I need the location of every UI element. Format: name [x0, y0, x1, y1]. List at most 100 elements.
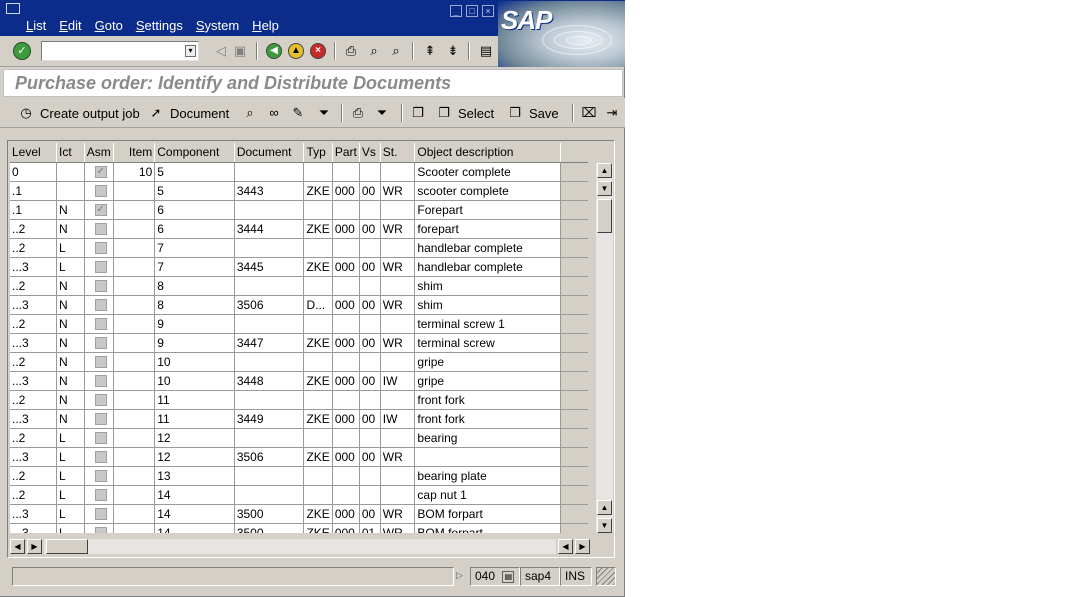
column-header-component[interactable]: Component [154, 143, 235, 163]
column-header-item[interactable]: Item [113, 143, 156, 163]
exit-icon[interactable]: ▲ [288, 43, 304, 59]
table-row[interactable]: ..2 N 9 terminal screw 1 [10, 314, 588, 334]
more-button[interactable]: ⇥ [604, 104, 620, 122]
horizontal-scroll-track[interactable] [44, 539, 556, 554]
find-next-icon[interactable]: ⌕ [387, 43, 405, 59]
scroll-first-column-icon[interactable]: ◀ [10, 539, 25, 554]
horizontal-scrollbar[interactable]: ◀ ▶ ◀ ▶ [10, 539, 590, 554]
column-header-vs[interactable]: Vs [359, 143, 381, 163]
status-expand-icon[interactable]: ▷ [456, 570, 463, 581]
document-button[interactable]: ➚ Document [148, 104, 230, 122]
status-client[interactable]: 040 ▤ [470, 567, 520, 586]
table-row[interactable]: ...3 L 14 3500 ZKE 000 00 WR BOM forpart [10, 504, 588, 524]
first-page-icon[interactable]: ⇞ [421, 43, 439, 59]
glasses-button[interactable]: ∞ [266, 104, 282, 122]
table-row[interactable]: ...3 L 7 3445 ZKE 000 00 WR handlebar complete [10, 257, 588, 277]
column-header-part[interactable]: Part [332, 143, 360, 163]
menu-settings[interactable]: Settings [136, 18, 183, 33]
menu-list-item[interactable]: List [26, 18, 46, 33]
column-header-level[interactable]: Level [10, 143, 58, 163]
system-menu-icon[interactable] [6, 3, 20, 14]
menu-help[interactable]: Help [252, 18, 279, 33]
scroll-page-up-icon[interactable]: ▲ [597, 500, 612, 515]
save-disk-icon[interactable]: ▣ [231, 43, 249, 59]
table-row[interactable]: ..2 L 13 bearing plate [10, 466, 588, 486]
cell-vs [359, 352, 381, 372]
table-row[interactable]: ...3 L 12 3506 ZKE 000 00 WR [10, 447, 588, 467]
menu-system[interactable]: System [196, 18, 239, 33]
delete-button[interactable]: ⌧ [581, 104, 597, 122]
table-row[interactable]: ...3 N 9 3447 ZKE 000 00 WR terminal screw [10, 333, 588, 353]
table-row[interactable]: ..2 N 6 3444 ZKE 000 00 WR forepart [10, 219, 588, 239]
table-row[interactable]: ..2 N 8 shim [10, 276, 588, 296]
sort-button[interactable]: ⏷ [374, 104, 390, 122]
system-info-icon[interactable]: ▤ [502, 570, 515, 583]
enter-check-icon[interactable]: ✓ [13, 42, 31, 60]
menu-edit[interactable]: Edit [59, 18, 81, 33]
cell-typ [303, 200, 333, 220]
create-output-job-button[interactable]: ◷ Create output job [18, 104, 139, 122]
cell-ict: L [56, 504, 85, 524]
select-button[interactable]: ❐ Select [436, 104, 494, 122]
copy-button[interactable]: ❐ [410, 104, 426, 122]
help-icon[interactable]: ▤ [477, 43, 495, 59]
menu-goto[interactable]: Goto [95, 18, 123, 33]
table-row[interactable]: ...3 N 11 3449 ZKE 000 00 IW front fork [10, 409, 588, 429]
bom-table: Level Ict Asm Item Component Document Ty… [10, 143, 588, 533]
maximize-icon[interactable]: □ [466, 5, 478, 17]
change-button[interactable]: ✎ [290, 104, 306, 122]
table-row[interactable]: ...3 N 8 3506 D... 000 00 WR shim [10, 295, 588, 315]
table-row[interactable]: .1 N ✓ 6 Forepart [10, 200, 588, 220]
back-arrow-icon[interactable]: ◁ [212, 43, 230, 59]
vertical-scrollbar[interactable]: ▲ ▼ ▲ ▼ [596, 163, 613, 533]
scroll-page-down-icon[interactable]: ▼ [597, 181, 612, 196]
close-icon[interactable]: × [482, 5, 494, 17]
scroll-down-icon[interactable]: ▼ [597, 518, 612, 533]
scroll-right-page-icon[interactable]: ▶ [27, 539, 42, 554]
resize-grip-icon[interactable] [596, 567, 616, 586]
cell-asm: ✓ [84, 162, 114, 182]
scroll-right-icon[interactable]: ▶ [575, 539, 590, 554]
cell-component: 14 [154, 504, 235, 524]
horizontal-scroll-thumb[interactable] [46, 539, 88, 554]
find-icon[interactable]: ⌕ [365, 43, 383, 59]
filter-button[interactable]: ⏷ [316, 104, 332, 122]
cell-part: 000 [332, 333, 360, 353]
cell-typ: ZKE [303, 219, 333, 239]
table-row[interactable]: ..2 N 10 gripe [10, 352, 588, 372]
table-row[interactable]: .1 5 3443 ZKE 000 00 WR scooter complete [10, 181, 588, 201]
cell-document: 3445 [234, 257, 305, 277]
table-row[interactable]: ..2 L 7 handlebar complete [10, 238, 588, 258]
minimize-icon[interactable]: _ [450, 5, 462, 17]
column-header-asm[interactable]: Asm [84, 143, 114, 163]
cell-vs [359, 428, 381, 448]
table-row[interactable]: ..2 N 11 front fork [10, 390, 588, 410]
command-field[interactable]: ▾ [41, 41, 199, 61]
table-row[interactable]: ...3 L 14 3500 ZKE 000 01 WR BOM forpart [10, 523, 588, 533]
column-header-object-description[interactable]: Object description [414, 143, 562, 163]
scroll-up-icon[interactable]: ▲ [597, 163, 612, 178]
save-button[interactable]: ❐ Save [507, 104, 558, 122]
display-details-button[interactable]: ⌕ [242, 104, 258, 122]
table-row[interactable]: 0 ✓ 10 5 Scooter complete [10, 162, 588, 182]
column-header-status[interactable]: St. [380, 143, 416, 163]
last-page-icon[interactable]: ⇟ [444, 43, 462, 59]
cell-status [380, 428, 416, 448]
scroll-left-icon[interactable]: ◀ [558, 539, 573, 554]
back-icon[interactable]: ◀ [266, 43, 282, 59]
print-list-button[interactable]: ⎙ [350, 104, 366, 122]
command-history-icon[interactable]: ▾ [185, 45, 196, 57]
column-header-ict[interactable]: Ict [56, 143, 85, 163]
cell-component: 7 [154, 238, 235, 258]
assembly-checkbox: ✓ [94, 166, 107, 179]
status-insert-mode[interactable]: INS [560, 567, 592, 586]
cell-document: 3444 [234, 219, 305, 239]
table-row[interactable]: ..2 L 14 cap nut 1 [10, 485, 588, 505]
print-icon[interactable]: ⎙ [342, 43, 360, 59]
table-row[interactable]: ...3 N 10 3448 ZKE 000 00 IW gripe [10, 371, 588, 391]
cancel-icon[interactable]: × [310, 43, 326, 59]
table-row[interactable]: ..2 L 12 bearing [10, 428, 588, 448]
column-header-document[interactable]: Document [234, 143, 305, 163]
column-header-typ[interactable]: Typ [303, 143, 333, 163]
vertical-scroll-thumb[interactable] [597, 199, 612, 233]
